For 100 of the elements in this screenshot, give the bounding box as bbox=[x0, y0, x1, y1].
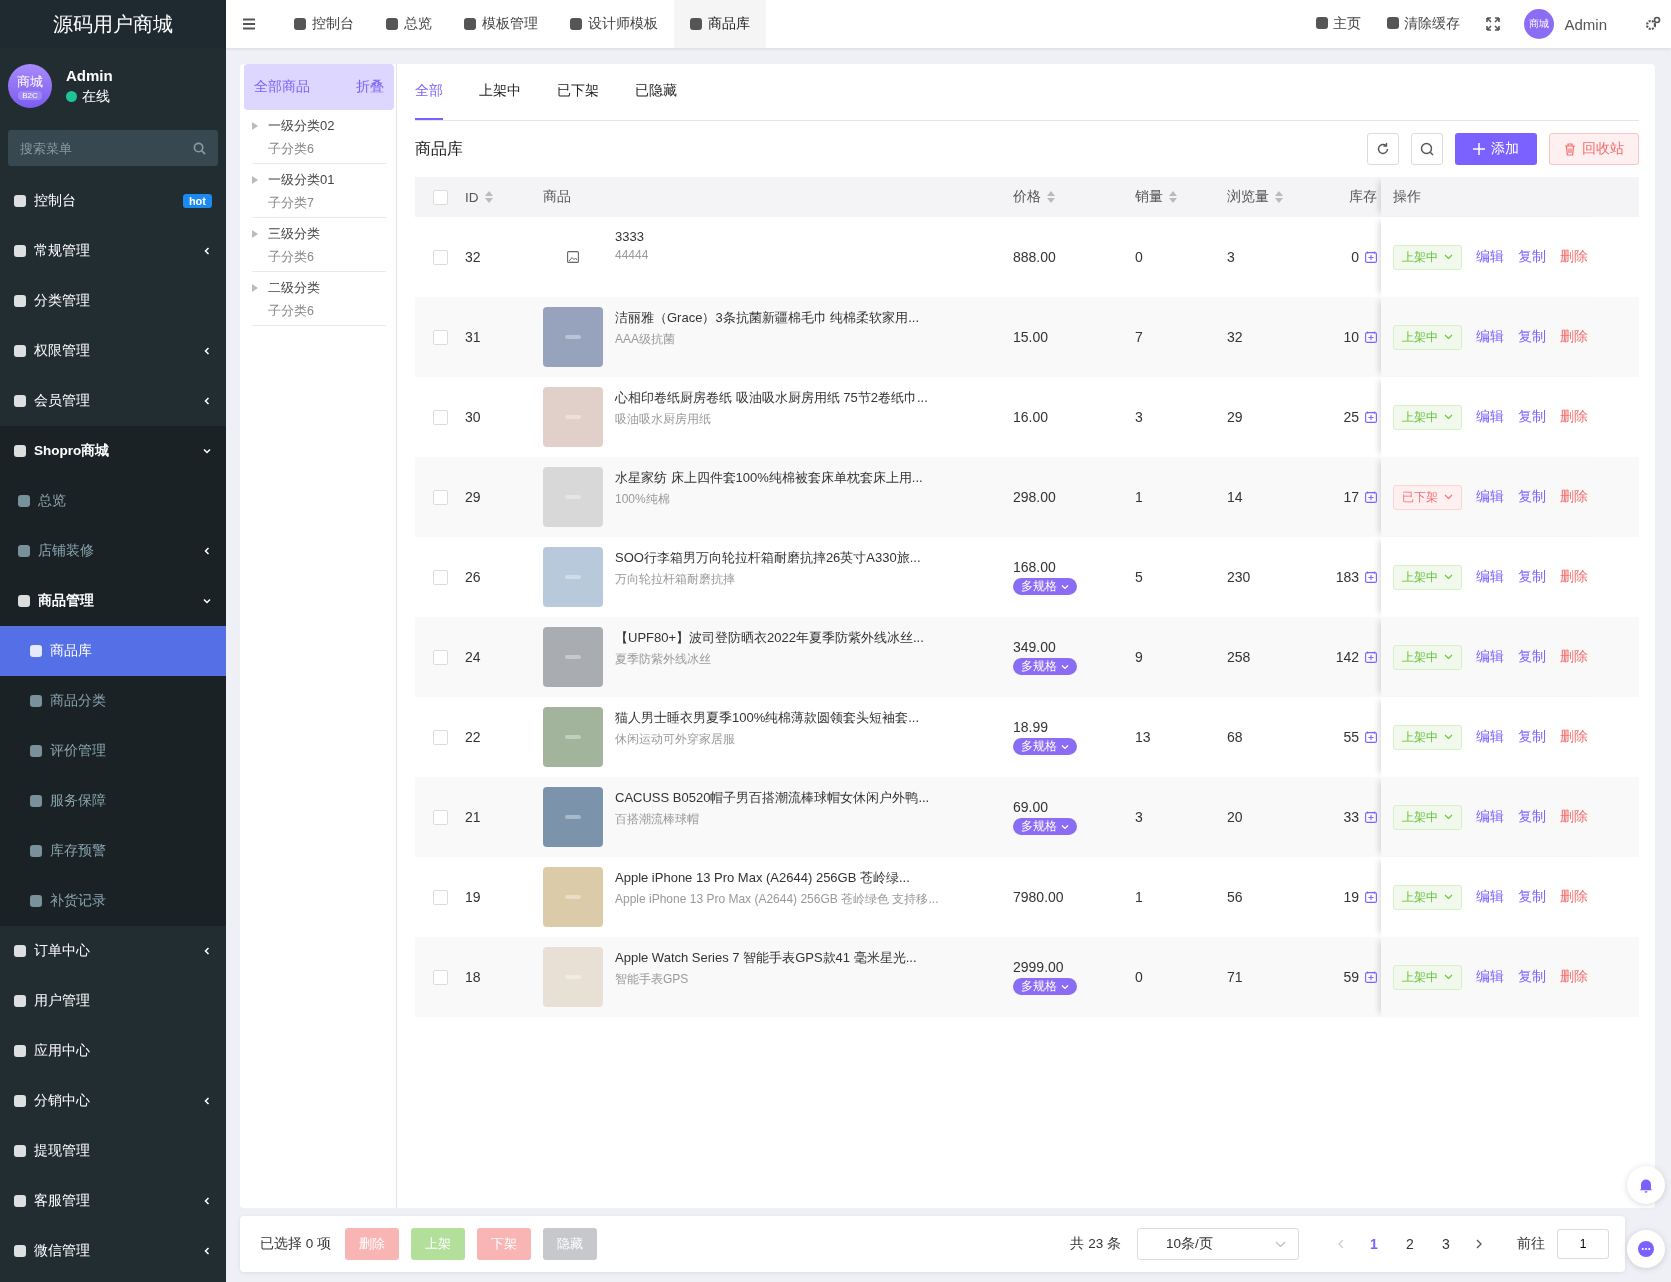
subcategory-name[interactable]: 子分类6 bbox=[252, 141, 386, 158]
menu-item[interactable]: 订单中心 bbox=[0, 926, 226, 976]
chat-button[interactable] bbox=[1627, 1230, 1665, 1268]
top-link[interactable]: 清除缓存 bbox=[1387, 15, 1461, 33]
nav-tab[interactable]: 总览 bbox=[370, 0, 448, 48]
row-checkbox[interactable] bbox=[432, 409, 448, 425]
action-link[interactable]: 编辑 bbox=[1476, 728, 1504, 746]
subcategory-name[interactable]: 子分类6 bbox=[252, 249, 386, 266]
menu-item[interactable]: 微信管理 bbox=[0, 1226, 226, 1276]
action-link[interactable]: 删除 bbox=[1560, 408, 1588, 426]
sort-icon[interactable] bbox=[1275, 191, 1283, 203]
action-link[interactable]: 复制 bbox=[1518, 328, 1546, 346]
action-link[interactable]: 复制 bbox=[1518, 728, 1546, 746]
add-stock-icon[interactable] bbox=[1365, 811, 1377, 823]
menu-item[interactable]: Shopro商城 bbox=[0, 426, 226, 476]
row-checkbox[interactable] bbox=[432, 729, 448, 745]
menu-icon[interactable] bbox=[242, 18, 256, 30]
category-name[interactable]: 一级分类02 bbox=[268, 117, 335, 135]
settings-icon[interactable] bbox=[1645, 16, 1661, 32]
menu-item[interactable]: 店铺装修 bbox=[0, 526, 226, 576]
top-link[interactable]: 主页 bbox=[1316, 15, 1362, 33]
action-link[interactable]: 复制 bbox=[1518, 568, 1546, 586]
category-name[interactable]: 三级分类 bbox=[268, 225, 320, 243]
row-checkbox[interactable] bbox=[432, 329, 448, 345]
page-number[interactable]: 1 bbox=[1362, 1236, 1386, 1252]
add-stock-icon[interactable] bbox=[1365, 891, 1377, 903]
filter-tab[interactable]: 全部 bbox=[415, 64, 443, 120]
search-field[interactable]: 搜索菜单 bbox=[8, 130, 218, 166]
menu-item[interactable]: 应用中心 bbox=[0, 1026, 226, 1076]
menu-item[interactable]: 常规管理 bbox=[0, 226, 226, 276]
action-link[interactable]: 复制 bbox=[1518, 248, 1546, 266]
action-link[interactable]: 删除 bbox=[1560, 648, 1588, 666]
expand-icon[interactable] bbox=[252, 284, 258, 292]
action-link[interactable]: 编辑 bbox=[1476, 888, 1504, 906]
add-stock-icon[interactable] bbox=[1365, 411, 1377, 423]
all-products-link[interactable]: 全部商品 bbox=[254, 78, 310, 96]
menu-item[interactable]: 总览 bbox=[0, 476, 226, 526]
action-link[interactable]: 删除 bbox=[1560, 888, 1588, 906]
add-button[interactable]: 添加 bbox=[1455, 133, 1537, 165]
menu-item[interactable]: 评价管理 bbox=[0, 726, 226, 776]
action-link[interactable]: 复制 bbox=[1518, 488, 1546, 506]
action-link[interactable]: 删除 bbox=[1560, 248, 1588, 266]
menu-item[interactable]: 商品库 bbox=[0, 626, 226, 676]
expand-icon[interactable] bbox=[252, 176, 258, 184]
filter-tab[interactable]: 已下架 bbox=[557, 64, 599, 120]
nav-tab[interactable]: 商品库 bbox=[674, 0, 766, 48]
page-size-select[interactable]: 10条/页 bbox=[1137, 1228, 1299, 1260]
collapse-link[interactable]: 折叠 bbox=[356, 78, 384, 96]
previous-page-icon[interactable] bbox=[1337, 1239, 1344, 1249]
row-checkbox[interactable] bbox=[432, 649, 448, 665]
menu-item[interactable]: 补货记录 bbox=[0, 876, 226, 926]
spec-tag[interactable]: 多规格 bbox=[1013, 578, 1077, 595]
menu-item[interactable]: 权限管理 bbox=[0, 326, 226, 376]
subcategory-name[interactable]: 子分类6 bbox=[252, 303, 386, 320]
action-link[interactable]: 删除 bbox=[1560, 488, 1588, 506]
row-checkbox[interactable] bbox=[432, 489, 448, 505]
action-link[interactable]: 编辑 bbox=[1476, 248, 1504, 266]
row-checkbox[interactable] bbox=[432, 809, 448, 825]
row-checkbox[interactable] bbox=[432, 249, 448, 265]
menu-item[interactable]: 商品管理 bbox=[0, 576, 226, 626]
action-link[interactable]: 编辑 bbox=[1476, 648, 1504, 666]
select-all-checkbox[interactable] bbox=[432, 189, 448, 205]
action-link[interactable]: 编辑 bbox=[1476, 408, 1504, 426]
add-stock-icon[interactable] bbox=[1365, 971, 1377, 983]
sort-icon[interactable] bbox=[1047, 191, 1055, 203]
menu-item[interactable]: 用户管理 bbox=[0, 976, 226, 1026]
row-checkbox[interactable] bbox=[432, 969, 448, 985]
action-link[interactable]: 复制 bbox=[1518, 408, 1546, 426]
search-button[interactable] bbox=[1411, 133, 1443, 165]
page-number[interactable]: 2 bbox=[1398, 1236, 1422, 1252]
sort-icon[interactable] bbox=[1169, 191, 1177, 203]
menu-item[interactable]: 库存预警 bbox=[0, 826, 226, 876]
menu-item[interactable]: 分销中心 bbox=[0, 1076, 226, 1126]
menu-item[interactable]: 分类管理 bbox=[0, 276, 226, 326]
action-link[interactable]: 删除 bbox=[1560, 328, 1588, 346]
menu-item[interactable]: 服务保障 bbox=[0, 776, 226, 826]
menu-item[interactable]: 控制台 hot bbox=[0, 176, 226, 226]
menu-item[interactable]: 商品分类 bbox=[0, 676, 226, 726]
action-link[interactable]: 删除 bbox=[1560, 568, 1588, 586]
recycle-bin-button[interactable]: 回收站 bbox=[1549, 133, 1639, 165]
next-page-icon[interactable] bbox=[1476, 1239, 1483, 1249]
filter-tab[interactable]: 已隐藏 bbox=[635, 64, 677, 120]
menu-item[interactable]: 会员管理 bbox=[0, 376, 226, 426]
action-link[interactable]: 删除 bbox=[1560, 968, 1588, 986]
action-link[interactable]: 删除 bbox=[1560, 728, 1588, 746]
add-stock-icon[interactable] bbox=[1365, 571, 1377, 583]
action-link[interactable]: 编辑 bbox=[1476, 808, 1504, 826]
user-name[interactable]: Admin bbox=[1564, 15, 1607, 33]
nav-tab[interactable]: 控制台 bbox=[278, 0, 370, 48]
spec-tag[interactable]: 多规格 bbox=[1013, 818, 1077, 835]
add-stock-icon[interactable] bbox=[1365, 331, 1377, 343]
add-stock-icon[interactable] bbox=[1365, 731, 1377, 743]
menu-item[interactable]: 提现管理 bbox=[0, 1126, 226, 1176]
spec-tag[interactable]: 多规格 bbox=[1013, 658, 1077, 675]
action-link[interactable]: 删除 bbox=[1560, 808, 1588, 826]
spec-tag[interactable]: 多规格 bbox=[1013, 738, 1077, 755]
add-stock-icon[interactable] bbox=[1365, 491, 1377, 503]
expand-icon[interactable] bbox=[252, 230, 258, 238]
category-name[interactable]: 一级分类01 bbox=[268, 171, 335, 189]
category-name[interactable]: 二级分类 bbox=[268, 279, 320, 297]
